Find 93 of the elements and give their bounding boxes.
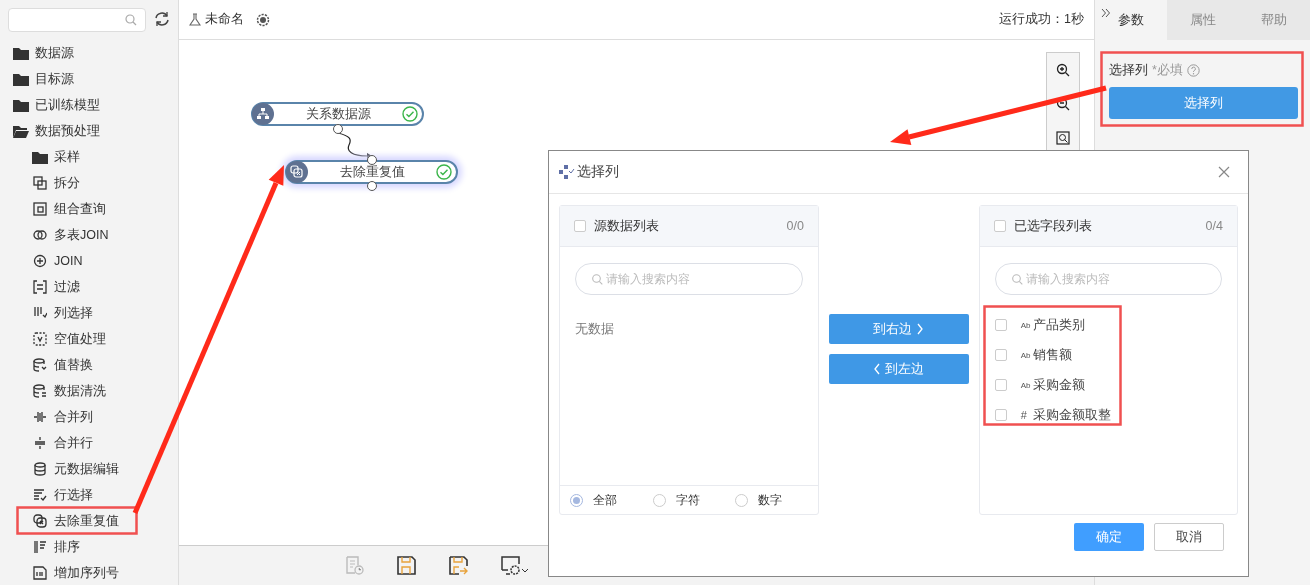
rows-check-icon: [33, 488, 47, 502]
field-label: 选择列: [1109, 62, 1148, 79]
tree-item[interactable]: 列选择: [0, 300, 178, 326]
tree-item[interactable]: 行选择: [0, 482, 178, 508]
copy-x-icon: [290, 165, 304, 179]
squares-icon: [33, 176, 47, 190]
field-name[interactable]: 采购金额: [1032, 376, 1085, 394]
type-mark: #: [1020, 409, 1028, 421]
node-port[interactable]: [333, 124, 343, 134]
refresh-icon: [154, 10, 170, 27]
fit-view-icon: [1056, 131, 1070, 145]
field-name[interactable]: 销售额: [1032, 346, 1072, 364]
empty-message: 无数据: [575, 321, 615, 338]
node-port[interactable]: [367, 181, 377, 191]
double-chevron-icon: [1101, 8, 1111, 18]
database-icon: [33, 358, 47, 372]
gear-icon: [256, 12, 270, 27]
search-placeholder: 请输入搜索内容: [606, 270, 690, 288]
flow-node[interactable]: 关系数据源: [251, 102, 424, 126]
search-icon: [125, 14, 137, 26]
search-field[interactable]: [8, 8, 146, 32]
grid-icon: [33, 202, 47, 216]
lines-icon: [33, 436, 47, 450]
node-port[interactable]: [367, 155, 377, 165]
sort-icon: [33, 540, 47, 554]
flask-icon: [189, 12, 201, 27]
number-icon: [33, 566, 47, 580]
tree-item[interactable]: 值替换: [0, 352, 178, 378]
radio-button[interactable]: [570, 493, 583, 507]
tree-item[interactable]: 拆分: [0, 170, 178, 196]
bracket-icon: [33, 280, 47, 294]
tree-item[interactable]: 合并列: [0, 404, 178, 430]
diamond-check-icon: [559, 165, 575, 179]
tree-item[interactable]: 数据源: [0, 40, 178, 66]
tree-item[interactable]: 过滤: [0, 274, 178, 300]
tree-item[interactable]: 数据清洗: [0, 378, 178, 404]
type-mark: Ab: [1020, 380, 1032, 390]
radio-option[interactable]: 数字: [735, 491, 818, 509]
radio-option[interactable]: 全部: [570, 491, 653, 509]
help-icon: [1186, 64, 1200, 77]
count-label: 0/0: [786, 219, 804, 233]
tree-item[interactable]: 合并行: [0, 430, 178, 456]
search-icon: [1011, 273, 1023, 285]
panel-title: 已选字段列表: [1013, 217, 1093, 235]
tree-item[interactable]: 元数据编辑: [0, 456, 178, 482]
dialog-title: 选择列: [577, 163, 620, 181]
monitor-gear-icon[interactable]: [501, 556, 529, 575]
tree-item[interactable]: 排序: [0, 534, 178, 560]
plus-circle-icon: [33, 254, 47, 268]
panel-title: 源数据列表: [594, 217, 660, 235]
checkbox[interactable]: [993, 220, 1006, 232]
chevron-left-icon: [873, 363, 882, 375]
type-mark: Ab: [1020, 320, 1032, 330]
database-icon: [33, 462, 47, 476]
close-icon: [1218, 166, 1230, 178]
radio-option[interactable]: 字符: [652, 491, 736, 509]
chevron-right-icon: [916, 323, 925, 335]
tree-item[interactable]: 去除重复值: [0, 508, 178, 534]
tree-item[interactable]: 空值处理: [0, 326, 178, 352]
database-icon: [33, 384, 47, 398]
tree-item[interactable]: 增加序列号: [0, 560, 178, 585]
search-icon: [592, 273, 603, 285]
search-placeholder: 请输入搜索内容: [1025, 270, 1110, 288]
tree-item[interactable]: 目标源: [0, 66, 178, 92]
save-as-icon[interactable]: [449, 556, 469, 575]
checkbox[interactable]: [994, 409, 1007, 421]
checkbox[interactable]: [574, 220, 586, 232]
columns-check-icon: [33, 306, 47, 320]
field-name[interactable]: 采购金额取整: [1032, 406, 1111, 424]
circles-icon: [33, 228, 47, 242]
type-mark: Ab: [1020, 350, 1032, 360]
bars-icon: [33, 410, 47, 424]
zoom-in-icon: [1056, 63, 1070, 77]
tree-item[interactable]: 采样: [0, 144, 178, 170]
tree-item[interactable]: JOIN: [0, 248, 178, 274]
dashed-box-icon: [33, 332, 47, 346]
cancel-button[interactable]: 取消: [1154, 523, 1224, 551]
tree-item[interactable]: 数据预处理: [0, 118, 178, 144]
flow-node[interactable]: 去除重复值: [285, 160, 458, 184]
checkbox[interactable]: [994, 319, 1007, 331]
field-name[interactable]: 产品类别: [1032, 316, 1085, 334]
checkbox[interactable]: [994, 349, 1007, 361]
required-note: *必填: [1152, 62, 1183, 79]
flow-title: 未命名: [205, 11, 244, 28]
tree-item[interactable]: 已训练模型: [0, 92, 178, 118]
copy-x-icon: [33, 514, 47, 528]
checkbox[interactable]: [994, 379, 1007, 391]
network-icon: [256, 107, 270, 121]
count-label: 0/4: [1205, 219, 1223, 233]
save-icon[interactable]: [397, 556, 417, 575]
run-status: 运行成功：1秒: [999, 11, 1084, 28]
tree-item[interactable]: 组合查询: [0, 196, 178, 222]
tree-item[interactable]: 多表JOIN: [0, 222, 178, 248]
